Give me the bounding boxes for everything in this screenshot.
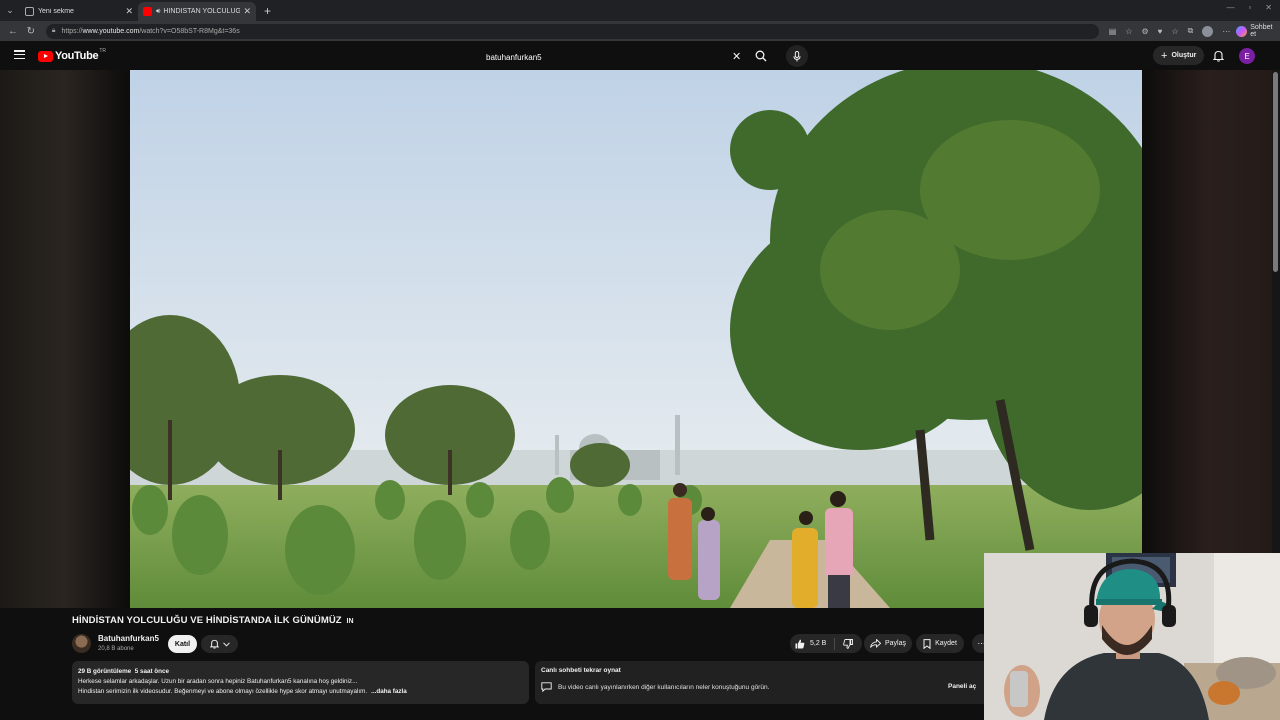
notifications-button[interactable] <box>1210 48 1226 64</box>
search-icon <box>755 50 767 62</box>
reload-icon[interactable]: ↻ <box>22 26 40 37</box>
minimize-icon[interactable]: — <box>1226 3 1234 12</box>
upload-age: 5 saat önce <box>134 668 169 675</box>
description-meta: 29 B görüntüleme 5 saat önce <box>78 667 523 677</box>
clear-search-icon[interactable]: ✕ <box>732 50 741 63</box>
bell-icon <box>209 639 219 649</box>
share-icon <box>870 639 881 648</box>
close-tab-icon[interactable]: ✕ <box>243 6 251 17</box>
chat-replay-panel: Canlı sohbeti tekrar oynat Bu video canl… <box>535 661 990 704</box>
channel-avatar[interactable] <box>72 634 91 653</box>
favorite-star-icon[interactable]: ☆ <box>1125 27 1132 36</box>
menu-icon[interactable] <box>14 50 25 59</box>
video-frame <box>130 70 1142 608</box>
video-player[interactable] <box>130 70 1142 608</box>
save-button[interactable]: Kaydet <box>916 634 964 653</box>
webcam-feed <box>984 553 1280 720</box>
description-line-1: Herkese selamlar arkadaşlar. Uzun bir ar… <box>78 678 358 685</box>
tab-label: HİNDİSTAN YOLCULUĞU VE Hİ <box>163 8 241 15</box>
maximize-icon[interactable]: ▫ <box>1248 3 1251 12</box>
youtube-play-icon <box>38 50 53 62</box>
youtube-wordmark: YouTube <box>55 50 99 62</box>
share-label: Paylaş <box>884 640 906 647</box>
share-button[interactable]: Paylaş <box>864 634 912 653</box>
thumbs-down-icon <box>843 638 853 649</box>
lock-icon[interactable]: 🔒︎ <box>52 27 56 35</box>
create-button[interactable]: + Oluştur <box>1153 46 1205 65</box>
back-icon[interactable]: ← <box>4 26 22 37</box>
url-path: /watch?v=O58bST-R8Mg&t=36s <box>139 27 240 35</box>
browser-tab-strip: ⌄ Yeni sekme ✕ 🔊︎ HİNDİSTAN YOLCULUĞU VE… <box>0 0 1280 21</box>
youtube-logo[interactable]: YouTube TR <box>38 48 106 62</box>
chat-replay-text: Bu video canlı yayınlanırken diğer kulla… <box>558 683 770 691</box>
close-window-icon[interactable]: ✕ <box>1265 3 1272 12</box>
copilot-button[interactable]: Sohbet et <box>1236 24 1280 38</box>
scrollbar-thumb[interactable] <box>1273 72 1278 272</box>
account-avatar[interactable]: E <box>1239 48 1255 64</box>
like-button[interactable]: 5,2 B <box>790 639 834 649</box>
save-label: Kaydet <box>935 640 957 647</box>
chat-bubble-icon <box>541 682 552 692</box>
favorites-icon[interactable]: ☆ <box>1171 27 1178 36</box>
youtube-favicon-icon <box>143 7 152 16</box>
collections-icon[interactable]: ⧉ <box>1188 26 1194 36</box>
show-more-link[interactable]: ...daha fazla <box>371 688 407 695</box>
description-line-2-row: Hindistan serimizin ilk videosudur. Beğe… <box>78 687 523 697</box>
browser-tab-youtube[interactable]: 🔊︎ HİNDİSTAN YOLCULUĞU VE Hİ ✕ <box>138 2 256 21</box>
chat-replay-title: Canlı sohbeti tekrar oynat <box>541 667 621 674</box>
webcam-overlay <box>984 553 1280 720</box>
more-menu-icon[interactable]: ⋯ <box>1222 27 1230 36</box>
voice-search-button[interactable] <box>786 45 808 67</box>
video-title: HİNDİSTAN YOLCULUĞU VE HİNDİSTANDA İLK G… <box>72 615 354 626</box>
performance-icon[interactable]: ♥ <box>1158 27 1163 36</box>
chat-replay-row: Bu video canlı yayınlanırken diğer kulla… <box>541 682 984 692</box>
subscriber-count: 20,8 B abone <box>98 646 134 652</box>
bookmark-icon <box>923 638 931 649</box>
join-button[interactable]: Katıl <box>168 635 197 653</box>
browser-tab-new-tab[interactable]: Yeni sekme ✕ <box>20 2 138 21</box>
new-tab-button[interactable]: + <box>264 4 271 18</box>
thumbs-up-icon <box>795 639 805 648</box>
like-count: 5,2 B <box>810 640 827 647</box>
new-tab-icon <box>25 7 34 16</box>
copilot-label: Sohbet et <box>1250 24 1273 38</box>
view-count: 29 B görüntüleme <box>78 668 132 675</box>
plus-icon: + <box>1161 49 1168 62</box>
video-title-suffix: IN <box>346 618 354 625</box>
open-panel-button[interactable]: Paneli aç <box>948 683 976 690</box>
region-code: TR <box>99 48 106 54</box>
reader-mode-icon[interactable]: ▤ <box>1109 27 1117 36</box>
subscription-notifications-button[interactable] <box>201 635 238 653</box>
search-button[interactable] <box>748 45 774 67</box>
extensions-icon[interactable]: ⚙ <box>1142 27 1149 36</box>
tab-label: Yeni sekme <box>38 8 74 15</box>
browser-address-bar: ← ↻ 🔒︎ https://www.youtube.com/watch?v=O… <box>0 21 1280 41</box>
microphone-icon <box>793 50 801 61</box>
description-line-2: Hindistan serimizin ilk videosudur. Beğe… <box>78 688 368 695</box>
video-title-text: HİNDİSTAN YOLCULUĞU VE HİNDİSTANDA İLK G… <box>72 615 342 626</box>
copilot-icon <box>1236 25 1248 37</box>
speaker-icon[interactable]: 🔊︎ <box>156 8 160 16</box>
youtube-header: YouTube TR ✕ + Oluştur E <box>0 41 1280 70</box>
url-host: www.youtube.com <box>82 27 140 35</box>
bell-icon <box>1212 50 1224 62</box>
description-box[interactable]: 29 B görüntüleme 5 saat önce Herkese sel… <box>72 661 529 704</box>
close-tab-icon[interactable]: ✕ <box>125 6 133 17</box>
channel-name[interactable]: Batuhanfurkan5 <box>98 634 159 643</box>
create-label: Oluştur <box>1171 52 1197 59</box>
chevron-down-icon <box>222 641 230 647</box>
dislike-button[interactable] <box>835 638 861 649</box>
search-box: ✕ <box>478 47 750 67</box>
profile-avatar[interactable] <box>1202 25 1214 37</box>
url-prefix: https:// <box>61 27 83 35</box>
window-controls: — ▫ ✕ <box>1226 3 1272 12</box>
search-input[interactable] <box>478 47 750 67</box>
toolbar-icons: ▤ ☆ ⚙ ♥ ☆ ⧉ ⋯ <box>1109 25 1230 37</box>
like-dislike-group: 5,2 B <box>790 634 862 653</box>
url-field[interactable]: 🔒︎ https://www.youtube.com/watch?v=O58bS… <box>45 23 1099 39</box>
tab-actions-menu[interactable]: ⌄ <box>0 0 20 21</box>
